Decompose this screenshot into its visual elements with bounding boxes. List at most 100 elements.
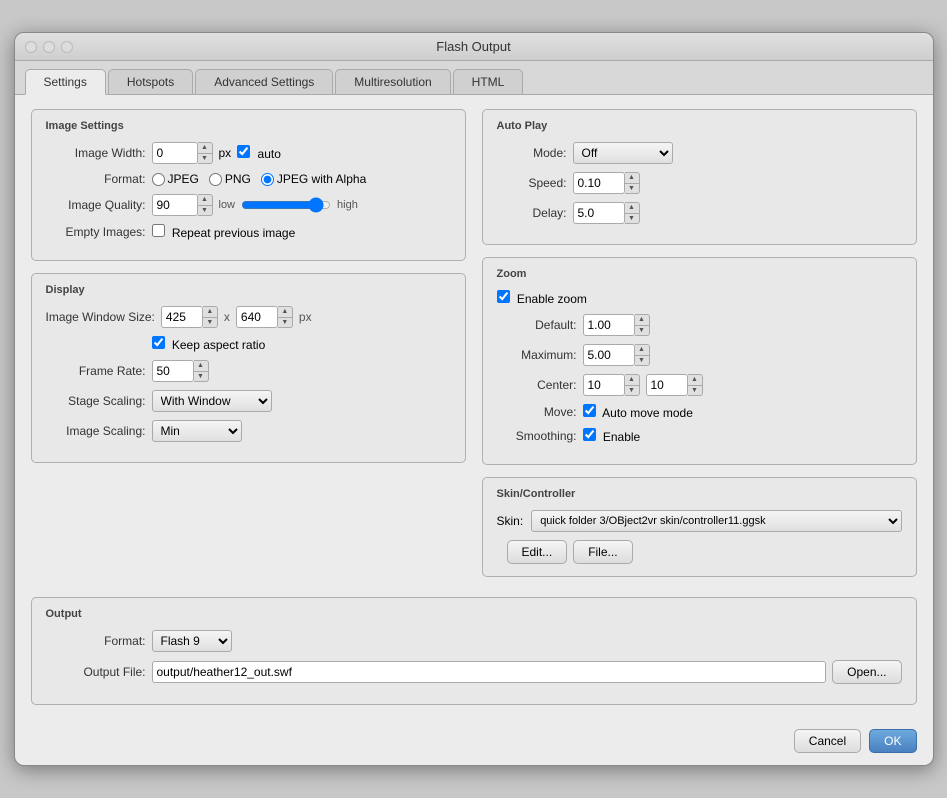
zoom-default-down[interactable]: ▼ — [635, 326, 649, 336]
image-quality-down[interactable]: ▼ — [198, 206, 212, 216]
format-png-radio[interactable] — [209, 173, 222, 186]
zoom-maximum-label: Maximum: — [497, 348, 577, 362]
image-width-input[interactable] — [152, 142, 198, 164]
zoom-maximum-arrows: ▲ ▼ — [635, 344, 650, 366]
auto-checkbox-label[interactable]: auto — [237, 145, 281, 161]
window-width-input[interactable] — [161, 306, 203, 328]
center-x-up[interactable]: ▲ — [625, 375, 639, 386]
center-x-input[interactable] — [583, 374, 625, 396]
delay-label: Delay: — [497, 206, 567, 220]
x-separator: x — [224, 310, 230, 324]
main-content: Image Settings Image Width: ▲ ▼ px — [15, 95, 933, 719]
center-y-input[interactable] — [646, 374, 688, 396]
speed-up[interactable]: ▲ — [625, 173, 639, 184]
zoom-default-input[interactable] — [583, 314, 635, 336]
center-x-down[interactable]: ▼ — [625, 386, 639, 396]
tab-html[interactable]: HTML — [453, 69, 524, 94]
skin-row: Skin: quick folder 3/OBject2vr skin/cont… — [497, 510, 902, 532]
image-quality-input[interactable] — [152, 194, 198, 216]
cancel-button[interactable]: Cancel — [794, 729, 861, 753]
quality-slider[interactable] — [241, 198, 331, 212]
skin-select[interactable]: quick folder 3/OBject2vr skin/controller… — [531, 510, 901, 532]
speed-input[interactable] — [573, 172, 625, 194]
output-file-input[interactable] — [152, 661, 827, 683]
size-px-label: px — [299, 310, 312, 324]
center-y-up[interactable]: ▲ — [688, 375, 702, 386]
image-settings-label: Image Settings — [46, 120, 451, 132]
speed-down[interactable]: ▼ — [625, 184, 639, 194]
output-format-select[interactable]: Flash 9 Flash 10 — [152, 630, 232, 652]
image-width-down[interactable]: ▼ — [198, 154, 212, 164]
mode-label: Mode: — [497, 146, 567, 160]
window-width-spinbox: ▲ ▼ — [161, 306, 218, 328]
auto-checkbox[interactable] — [237, 145, 250, 158]
tab-multiresolution[interactable]: Multiresolution — [335, 69, 450, 94]
smoothing-checkbox[interactable] — [583, 428, 596, 441]
format-jpeg-label[interactable]: JPEG — [152, 172, 199, 186]
mode-select[interactable]: Off On — [573, 142, 673, 164]
auto-move-checkbox[interactable] — [583, 404, 596, 417]
frame-rate-up[interactable]: ▲ — [194, 361, 208, 372]
output-format-row: Format: Flash 9 Flash 10 — [46, 630, 902, 652]
zoom-maximum-input[interactable] — [583, 344, 635, 366]
zoom-maximum-spinbox: ▲ ▼ — [583, 344, 650, 366]
quality-high-label: high — [337, 199, 358, 211]
skin-edit-button[interactable]: Edit... — [507, 540, 568, 564]
format-radio-group: JPEG PNG JPEG with Alpha — [152, 172, 367, 186]
image-window-size-row: Image Window Size: ▲ ▼ x — [46, 306, 451, 328]
tab-hotspots[interactable]: Hotspots — [108, 69, 193, 94]
format-png-label[interactable]: PNG — [209, 172, 251, 186]
window-width-up[interactable]: ▲ — [203, 307, 217, 318]
keep-aspect-checkbox[interactable] — [152, 336, 165, 349]
delay-input[interactable] — [573, 202, 625, 224]
zoom-section: Zoom Enable zoom Default: ▲ — [482, 257, 917, 465]
maximize-button[interactable] — [61, 41, 73, 53]
zoom-maximum-down[interactable]: ▼ — [635, 356, 649, 366]
tab-settings[interactable]: Settings — [25, 69, 106, 95]
frame-rate-input[interactable] — [152, 360, 194, 382]
minimize-button[interactable] — [43, 41, 55, 53]
open-button[interactable]: Open... — [832, 660, 901, 684]
center-y-down[interactable]: ▼ — [688, 386, 702, 396]
delay-up[interactable]: ▲ — [625, 203, 639, 214]
frame-rate-arrows: ▲ ▼ — [194, 360, 209, 382]
zoom-default-row: Default: ▲ ▼ — [497, 314, 902, 336]
image-quality-up[interactable]: ▲ — [198, 195, 212, 206]
close-button[interactable] — [25, 41, 37, 53]
image-width-label: Image Width: — [46, 146, 146, 160]
window-height-input[interactable] — [236, 306, 278, 328]
image-width-arrows: ▲ ▼ — [198, 142, 213, 164]
frame-rate-row: Frame Rate: ▲ ▼ — [46, 360, 451, 382]
zoom-default-arrows: ▲ ▼ — [635, 314, 650, 336]
skin-controller-section: Skin/Controller Skin: quick folder 3/OBj… — [482, 477, 917, 577]
window-height-up[interactable]: ▲ — [278, 307, 292, 318]
delay-down[interactable]: ▼ — [625, 214, 639, 224]
empty-images-checkbox-label[interactable]: Repeat previous image — [152, 224, 296, 240]
tab-advanced-settings[interactable]: Advanced Settings — [195, 69, 333, 94]
skin-file-button[interactable]: File... — [573, 540, 632, 564]
image-scaling-select[interactable]: Min Max Fit — [152, 420, 242, 442]
smoothing-enable-label[interactable]: Enable — [583, 428, 641, 444]
frame-rate-down[interactable]: ▼ — [194, 372, 208, 382]
zoom-default-up[interactable]: ▲ — [635, 315, 649, 326]
keep-aspect-label[interactable]: Keep aspect ratio — [152, 336, 266, 352]
format-jpeg-alpha-label[interactable]: JPEG with Alpha — [261, 172, 366, 186]
window-width-down[interactable]: ▼ — [203, 318, 217, 328]
zoom-maximum-up[interactable]: ▲ — [635, 345, 649, 356]
center-y-spinbox: ▲ ▼ — [646, 374, 703, 396]
stage-scaling-select[interactable]: With Window No Scaling Fit — [152, 390, 272, 412]
enable-zoom-row: Enable zoom — [497, 290, 902, 306]
enable-zoom-label[interactable]: Enable zoom — [497, 290, 587, 306]
tabs-bar: Settings Hotspots Advanced Settings Mult… — [15, 61, 933, 95]
empty-images-checkbox[interactable] — [152, 224, 165, 237]
format-jpeg-alpha-radio[interactable] — [261, 173, 274, 186]
format-jpeg-radio[interactable] — [152, 173, 165, 186]
enable-zoom-checkbox[interactable] — [497, 290, 510, 303]
left-column: Image Settings Image Width: ▲ ▼ px — [31, 109, 466, 589]
zoom-center-label: Center: — [497, 378, 577, 392]
ok-button[interactable]: OK — [869, 729, 916, 753]
window-height-down[interactable]: ▼ — [278, 318, 292, 328]
auto-move-label[interactable]: Auto move mode — [583, 404, 693, 420]
image-width-up[interactable]: ▲ — [198, 143, 212, 154]
stage-scaling-row: Stage Scaling: With Window No Scaling Fi… — [46, 390, 451, 412]
